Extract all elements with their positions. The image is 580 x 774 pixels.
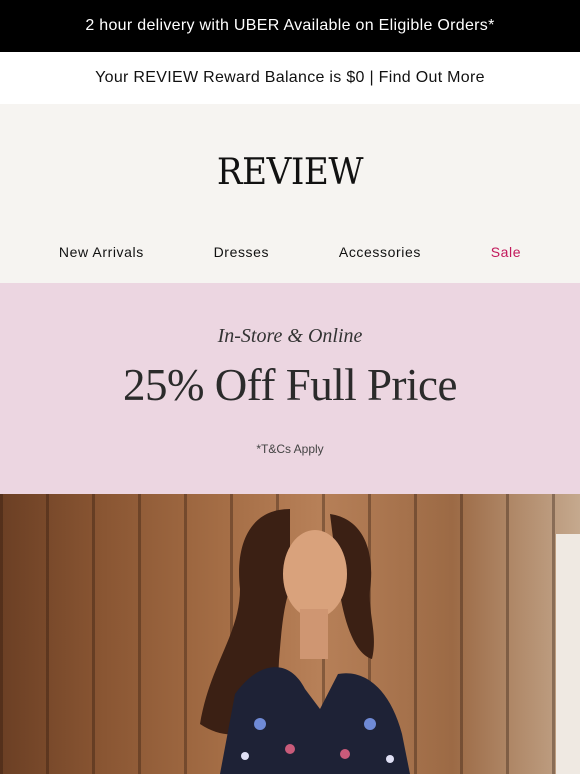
hero-image[interactable] — [0, 494, 580, 774]
delivery-banner[interactable]: 2 hour delivery with UBER Available on E… — [0, 0, 580, 52]
promo-title: 25% Off Full Price — [123, 360, 457, 410]
promo-banner[interactable]: In-Store & Online 25% Off Full Price *T&… — [0, 283, 580, 494]
window-light — [556, 534, 580, 774]
promo-terms: *T&Cs Apply — [256, 442, 324, 456]
site-header: REVIEW New Arrivals Dresses Accessories … — [0, 104, 580, 283]
reward-balance-link[interactable]: Your REVIEW Reward Balance is $0 | Find … — [95, 69, 485, 87]
brand-logo[interactable]: REVIEW — [15, 152, 566, 193]
nav-item-sale[interactable]: Sale — [491, 244, 521, 260]
model-figure — [200, 509, 410, 774]
main-nav: New Arrivals Dresses Accessories Sale — [0, 244, 580, 260]
nav-item-new-arrivals[interactable]: New Arrivals — [59, 244, 144, 260]
reward-balance-banner[interactable]: Your REVIEW Reward Balance is $0 | Find … — [0, 52, 580, 104]
nav-item-dresses[interactable]: Dresses — [214, 244, 270, 260]
nav-item-accessories[interactable]: Accessories — [339, 244, 421, 260]
delivery-banner-text: 2 hour delivery with UBER Available on E… — [85, 17, 495, 34]
promo-subtitle: In-Store & Online — [217, 325, 363, 347]
